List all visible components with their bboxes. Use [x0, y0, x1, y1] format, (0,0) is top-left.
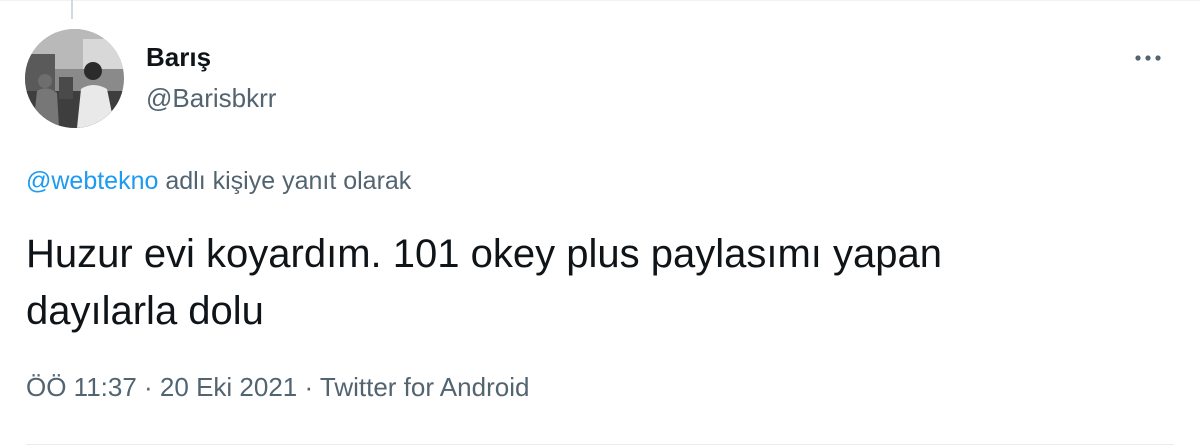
- user-handle[interactable]: @Barisbkrr: [146, 83, 276, 113]
- tweet-text-line: dayılarla dolu: [26, 289, 264, 333]
- reply-context: @webtekno adlı kişiye yanıt olarak: [26, 166, 411, 196]
- reply-mention-link[interactable]: @webtekno: [26, 167, 158, 195]
- avatar[interactable]: [25, 29, 124, 128]
- more-horizontal-icon: [1135, 55, 1161, 61]
- meta-separator: ·: [136, 372, 160, 402]
- tweet-text-line: Huzur evi koyardım. 101 okey plus paylas…: [26, 232, 942, 276]
- tweet-metadata: ÖÖ 11:37 · 20 Eki 2021 · Twitter for And…: [26, 371, 529, 403]
- tweet-time-link[interactable]: ÖÖ 11:37: [26, 372, 137, 402]
- tweet-text: Huzur evi koyardım. 101 okey plus paylas…: [26, 226, 1166, 340]
- reply-context-text: adlı kişiye yanıt olarak: [158, 167, 412, 195]
- display-name[interactable]: Barış: [146, 42, 211, 72]
- meta-separator: ·: [297, 372, 320, 402]
- top-divider: [0, 0, 1200, 1]
- tweet-date-link[interactable]: 20 Eki 2021: [160, 372, 297, 402]
- bottom-divider: [26, 444, 1174, 445]
- more-options-button[interactable]: [1126, 40, 1170, 76]
- thread-connector-line: [71, 0, 73, 19]
- tweet-source-link[interactable]: Twitter for Android: [320, 372, 530, 402]
- avatar-photo-icon: [25, 29, 124, 128]
